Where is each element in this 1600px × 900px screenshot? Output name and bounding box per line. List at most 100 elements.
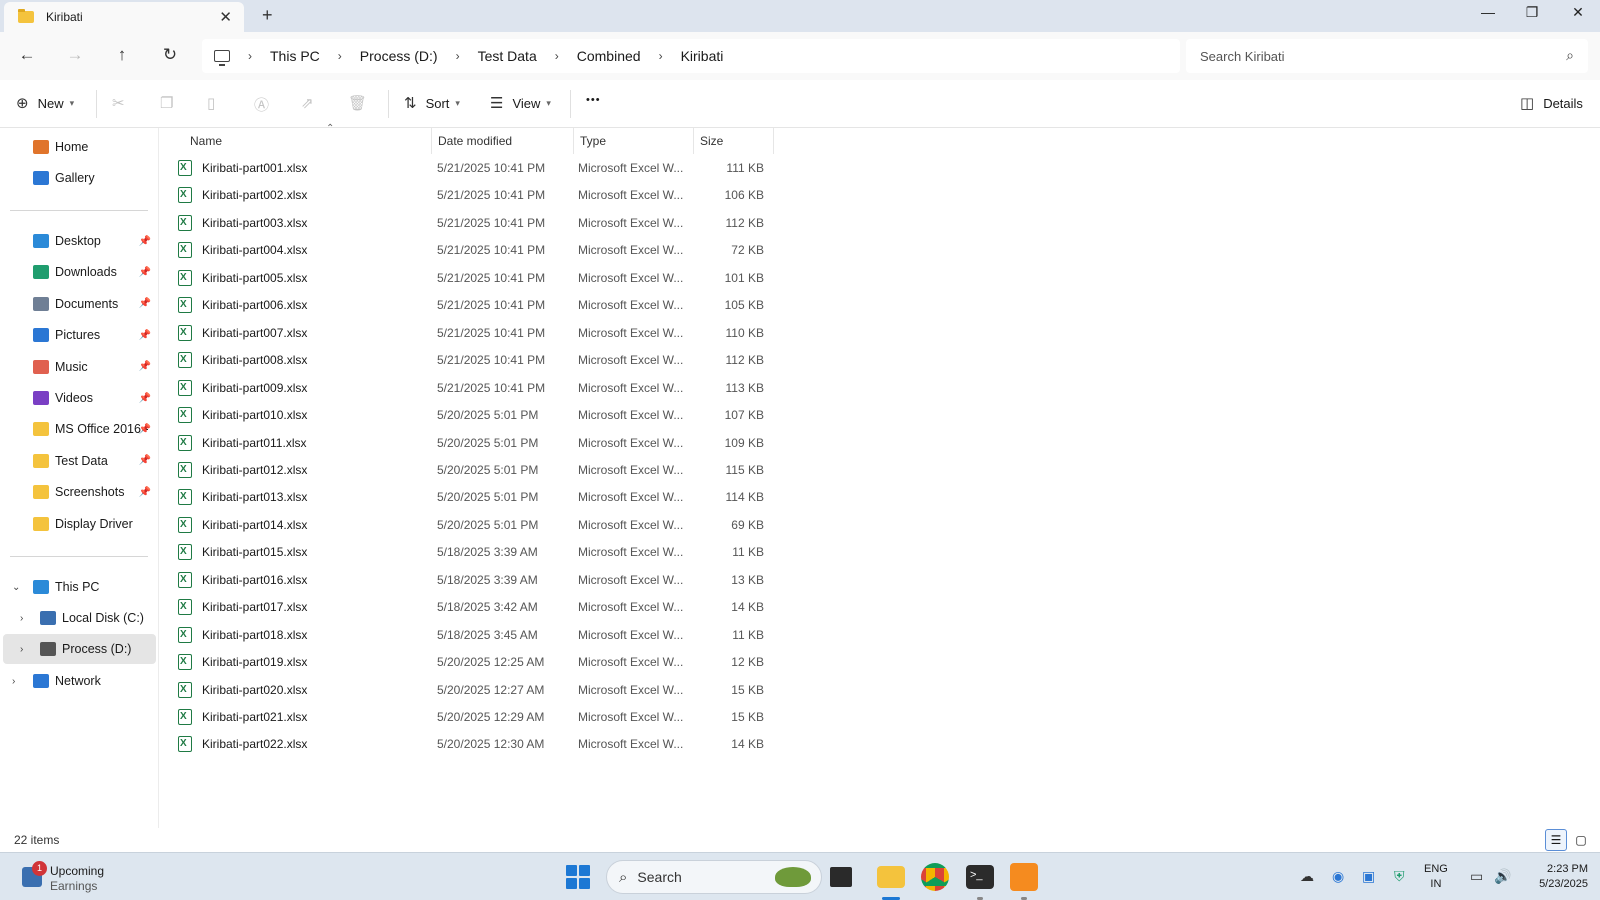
tiles-view-button[interactable]: ▢ <box>1570 829 1592 851</box>
file-row[interactable]: Kiribati-part010.xlsx 5/20/2025 5:01 PM Mi… <box>172 402 936 430</box>
sidebar-item-process-d[interactable]: › Process (D:) <box>3 634 156 664</box>
column-header-date[interactable]: Date modified <box>432 128 574 154</box>
volume-icon[interactable]: 🔊 <box>1494 868 1511 885</box>
file-row[interactable]: Kiribati-part004.xlsx 5/21/2025 10:41 PM M… <box>172 237 936 265</box>
sidebar-item-music[interactable]: Music 📌 <box>0 352 159 382</box>
breadcrumb-test-data[interactable]: Test Data <box>478 48 537 64</box>
file-row[interactable]: Kiribati-part006.xlsx 5/21/2025 10:41 PM M… <box>172 292 936 320</box>
sublime-text-icon[interactable] <box>1010 863 1038 891</box>
search-box[interactable]: ⌕ <box>1186 39 1588 73</box>
file-row[interactable]: Kiribati-part019.xlsx 5/20/2025 12:25 AM M… <box>172 649 936 677</box>
cut-button[interactable]: ✂ <box>112 94 134 112</box>
sidebar-item-home[interactable]: Home <box>0 132 159 162</box>
sidebar-item-gallery[interactable]: Gallery <box>0 163 159 193</box>
app-s-icon[interactable]: ▣ <box>1362 868 1375 885</box>
details-pane-button[interactable]: ◫ Details <box>1520 94 1583 112</box>
more-options-button[interactable]: ••• <box>586 94 601 106</box>
breadcrumb-separator[interactable]: › <box>659 49 663 63</box>
sidebar-item-videos[interactable]: Videos 📌 <box>0 383 159 413</box>
sidebar-item-pictures[interactable]: Pictures 📌 <box>0 320 159 350</box>
file-row[interactable]: Kiribati-part011.xlsx 5/20/2025 5:01 PM Mi… <box>172 430 936 458</box>
address-bar[interactable]: › This PC › Process (D:) › Test Data › C… <box>202 39 1180 73</box>
tab-kiribati[interactable]: Kiribati ✕ <box>4 2 244 32</box>
search-input[interactable] <box>1200 48 1540 64</box>
sidebar-item-documents[interactable]: Documents 📌 <box>0 289 159 319</box>
breadcrumb-kiribati[interactable]: Kiribati <box>681 48 724 64</box>
terminal-icon[interactable]: >_ <box>966 865 994 889</box>
file-row[interactable]: Kiribati-part016.xlsx 5/18/2025 3:39 AM Mi… <box>172 567 936 595</box>
language-indicator[interactable]: ENG IN <box>1424 862 1448 892</box>
file-row[interactable]: Kiribati-part005.xlsx 5/21/2025 10:41 PM M… <box>172 265 936 293</box>
close-button[interactable]: ✕ <box>1556 4 1600 21</box>
new-tab-button[interactable]: + <box>262 5 273 26</box>
rename-button[interactable]: Ⓐ <box>254 94 278 115</box>
computer-icon[interactable] <box>214 50 230 66</box>
sort-button[interactable]: ⇅ Sort ▾ <box>404 94 460 112</box>
column-header-type[interactable]: Type <box>574 128 694 154</box>
network-share-icon[interactable]: ◉ <box>1332 868 1344 885</box>
share-button[interactable]: ⇗ <box>301 94 323 112</box>
sidebar-item-local-disk[interactable]: › Local Disk (C:) <box>0 603 159 633</box>
sidebar-item-downloads[interactable]: Downloads 📌 <box>0 257 159 287</box>
onedrive-icon[interactable]: ☁ <box>1300 868 1314 885</box>
chevron-down-icon[interactable]: ⌄ <box>12 582 20 593</box>
forward-button[interactable]: → <box>64 45 86 65</box>
file-row[interactable]: Kiribati-part020.xlsx 5/20/2025 12:27 AM M… <box>172 677 936 705</box>
file-row[interactable]: Kiribati-part014.xlsx 5/20/2025 5:01 PM Mi… <box>172 512 936 540</box>
chevron-right-icon[interactable]: › <box>12 676 15 687</box>
file-row[interactable]: Kiribati-part003.xlsx 5/21/2025 10:41 PM M… <box>172 210 936 238</box>
file-row[interactable]: Kiribati-part002.xlsx 5/21/2025 10:41 PM M… <box>172 182 936 210</box>
file-row[interactable]: Kiribati-part008.xlsx 5/21/2025 10:41 PM M… <box>172 347 936 375</box>
sidebar-item-network[interactable]: › Network <box>0 666 159 696</box>
sidebar-item-screenshots[interactable]: Screenshots 📌 <box>0 477 159 507</box>
file-row[interactable]: Kiribati-part012.xlsx 5/20/2025 5:01 PM Mi… <box>172 457 936 485</box>
paste-button[interactable]: ▯ <box>207 94 224 112</box>
widgets-button[interactable]: 1 Upcoming Earnings <box>20 861 140 893</box>
chevron-right-icon[interactable]: › <box>20 613 23 624</box>
breadcrumb-combined[interactable]: Combined <box>577 48 641 64</box>
up-button[interactable]: ↑ <box>111 45 133 65</box>
search-icon[interactable]: ⌕ <box>1566 47 1574 64</box>
file-row[interactable]: Kiribati-part018.xlsx 5/18/2025 3:45 AM Mi… <box>172 622 936 650</box>
maximize-button[interactable]: ❐ <box>1510 4 1554 21</box>
sidebar-item-desktop[interactable]: Desktop 📌 <box>0 226 159 256</box>
refresh-button[interactable]: ↻ <box>159 45 181 65</box>
file-row[interactable]: Kiribati-part001.xlsx 5/21/2025 10:41 PM M… <box>172 155 936 183</box>
start-button[interactable] <box>566 865 590 889</box>
file-row[interactable]: Kiribati-part017.xlsx 5/18/2025 3:42 AM Mi… <box>172 594 936 622</box>
network-icon[interactable]: ▭ <box>1470 868 1483 885</box>
file-row[interactable]: Kiribati-part009.xlsx 5/21/2025 10:41 PM M… <box>172 375 936 403</box>
breadcrumb-this-pc[interactable]: This PC <box>270 48 320 64</box>
sidebar-item-test-data[interactable]: Test Data 📌 <box>0 446 159 476</box>
sidebar-item-this-pc[interactable]: ⌄ This PC <box>0 572 159 602</box>
minimize-button[interactable]: — <box>1466 4 1510 20</box>
file-explorer-icon[interactable] <box>877 866 905 888</box>
breadcrumb-process-d[interactable]: Process (D:) <box>360 48 438 64</box>
chevron-right-icon[interactable]: › <box>20 644 23 655</box>
chrome-icon[interactable] <box>921 863 949 891</box>
security-shield-icon[interactable]: ⛨ <box>1394 868 1405 885</box>
view-button[interactable]: ☰ View ▾ <box>490 94 551 112</box>
file-row[interactable]: Kiribati-part007.xlsx 5/21/2025 10:41 PM M… <box>172 320 936 348</box>
file-row[interactable]: Kiribati-part015.xlsx 5/18/2025 3:39 AM Mi… <box>172 539 936 567</box>
delete-button[interactable]: 🗑 <box>348 94 376 112</box>
sidebar-item-ms-office-2016[interactable]: MS Office 2016 - 📌 <box>0 414 159 444</box>
task-view-icon[interactable] <box>830 867 852 887</box>
breadcrumb-separator[interactable]: › <box>555 49 559 63</box>
column-header-size[interactable]: Size <box>694 128 774 154</box>
new-button[interactable]: ⊕ New ▾ <box>16 94 74 112</box>
breadcrumb-separator[interactable]: › <box>248 49 252 63</box>
details-view-button[interactable]: ☰ <box>1545 829 1567 851</box>
column-header-name[interactable]: Name ⌃ <box>184 123 432 154</box>
taskbar-search[interactable]: ⌕ Search <box>606 860 822 894</box>
tab-close-button[interactable]: ✕ <box>219 8 232 26</box>
back-button[interactable]: ← <box>16 45 38 65</box>
file-row[interactable]: Kiribati-part022.xlsx 5/20/2025 12:30 AM M… <box>172 731 936 759</box>
breadcrumb-separator[interactable]: › <box>456 49 460 63</box>
breadcrumb-separator[interactable]: › <box>338 49 342 63</box>
file-row[interactable]: Kiribati-part013.xlsx 5/20/2025 5:01 PM Mi… <box>172 484 936 512</box>
copy-button[interactable]: ❐ <box>160 94 182 112</box>
file-row[interactable]: Kiribati-part021.xlsx 5/20/2025 12:29 AM M… <box>172 704 936 732</box>
sidebar-item-display-driver[interactable]: Display Driver <box>0 509 159 539</box>
system-clock[interactable]: 2:23 PM 5/23/2025 <box>1518 862 1588 892</box>
